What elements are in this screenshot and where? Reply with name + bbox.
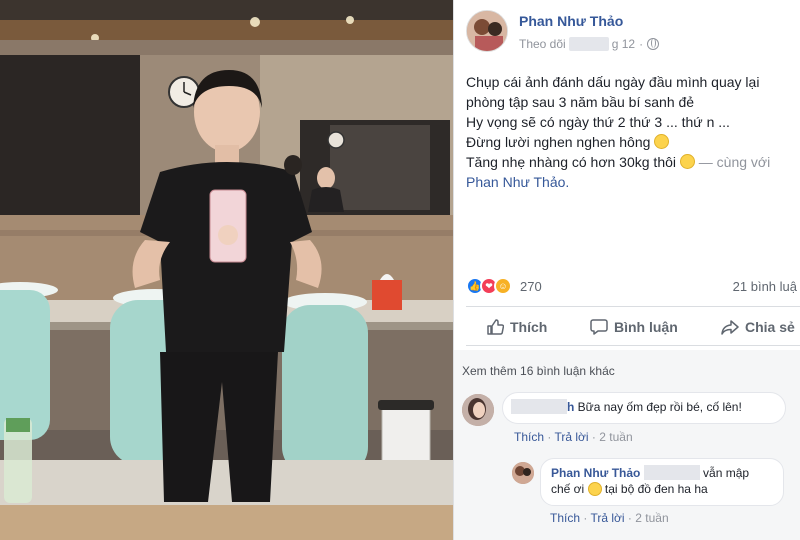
caption-text: Đừng lười nghen nghen hông (466, 134, 651, 150)
reply-reply-link[interactable]: Trả lời (590, 511, 624, 525)
separator: · (591, 430, 596, 444)
avatar-image (512, 462, 534, 484)
post-caption: Chụp cái ảnh đánh dấu ngày đầu mình quay… (466, 72, 796, 192)
follow-link[interactable]: Theo dõi (519, 37, 566, 51)
action-bar: Thích Bình luận Chia sẻ (466, 306, 800, 346)
reaction-icons[interactable]: 👍 ❤ ☺ (466, 277, 512, 295)
post-photo[interactable] (0, 0, 453, 540)
comment-button[interactable]: Bình luận (590, 318, 678, 336)
reply-actions: Thích · Trả lời · 2 tuần (550, 511, 669, 525)
comment-icon (590, 319, 608, 335)
comment-time[interactable]: 2 tuần (599, 430, 632, 444)
comment-bubble: h Bữa nay ốm đẹp rồi bé, cố lên! (502, 392, 786, 424)
comments-section: Xem thêm 16 bình luận khác h Bữa nay ốm … (454, 350, 800, 540)
caption-line: Tăng nhẹ nhàng có hơn 30kg thôi — cùng v… (466, 152, 796, 172)
replier-name-link[interactable]: Phan Như Thảo (551, 466, 640, 480)
avatar-image (467, 11, 507, 51)
like-button[interactable]: Thích (486, 318, 547, 336)
caption-line: phòng tập sau 3 năm bầu bí sanh đẻ (466, 94, 695, 110)
redacted-date (568, 37, 609, 51)
thumbs-up-icon (487, 319, 504, 335)
post-header: Phan Như Thảo Theo dõi g 12 · (466, 10, 796, 56)
with-text: — cùng với (698, 154, 771, 170)
post-date[interactable]: g 12 (612, 37, 635, 51)
post-panel: Phan Như Thảo Theo dõi g 12 · Chụp cái ả… (453, 0, 800, 540)
upside-down-emoji-icon (679, 154, 695, 169)
comment-like-link[interactable]: Thích (514, 430, 544, 444)
caption-line: Đừng lười nghen nghen hông (466, 132, 796, 152)
avatar-image (462, 394, 494, 426)
haha-reaction-icon: ☺ (494, 277, 512, 295)
reply-like-link[interactable]: Thích (550, 511, 580, 525)
redacted-name (511, 399, 567, 414)
separator: · (627, 511, 632, 525)
share-button-label: Chia sẻ (745, 319, 795, 335)
reaction-count[interactable]: 270 (520, 279, 542, 294)
caption-line: Hy vọng sẽ có ngày thứ 2 thứ 3 ... thứ n… (466, 114, 730, 130)
separator: · (547, 430, 552, 444)
comment-actions: Thích · Trả lời · 2 tuần (514, 430, 633, 444)
comment-reply-link[interactable]: Trả lời (554, 430, 588, 444)
reactions-bar: 👍 ❤ ☺ 270 21 bình luậ (466, 276, 800, 298)
reply-bubble: Phan Như Thảo vẫn mập chế ơi tại bộ đồ đ… (540, 458, 784, 506)
share-button[interactable]: Chia sẻ (721, 318, 795, 336)
author-name-link[interactable]: Phan Như Thảo (519, 13, 623, 29)
caption-line: Chụp cái ảnh đánh dấu ngày đầu mình quay… (466, 74, 760, 90)
smile-emoji-icon (654, 134, 670, 149)
replier-avatar[interactable] (512, 462, 534, 484)
reply-text: chế ơi (551, 482, 585, 496)
like-button-label: Thích (510, 319, 548, 335)
meta-separator: · (639, 37, 644, 51)
reply-text: vẫn mập (703, 466, 750, 480)
tagged-user-link[interactable]: Phan Như Thảo. (466, 174, 569, 190)
caption-line: Phan Như Thảo. (466, 172, 796, 192)
author-avatar[interactable] (466, 10, 508, 52)
laughing-emoji-icon (587, 482, 602, 496)
comment-button-label: Bình luận (614, 319, 678, 335)
reply-text: tại bộ đồ đen ha ha (604, 482, 708, 496)
share-icon (721, 320, 739, 335)
caption-text: Tăng nhẹ nhàng có hơn 30kg thôi (466, 154, 677, 170)
gym-mirror-selfie-image (0, 0, 453, 540)
post-meta: Theo dõi g 12 · (519, 37, 660, 51)
commenter-avatar[interactable] (462, 394, 494, 426)
see-more-comments-link[interactable]: Xem thêm 16 bình luận khác (462, 364, 615, 378)
separator: · (583, 511, 588, 525)
comment-count-link[interactable]: 21 bình luậ (733, 279, 797, 294)
reply-time[interactable]: 2 tuần (635, 511, 668, 525)
redacted-text (643, 465, 700, 480)
globe-icon[interactable] (647, 38, 660, 50)
comment-text: Bữa nay ốm đẹp rồi bé, cố lên! (574, 400, 742, 414)
